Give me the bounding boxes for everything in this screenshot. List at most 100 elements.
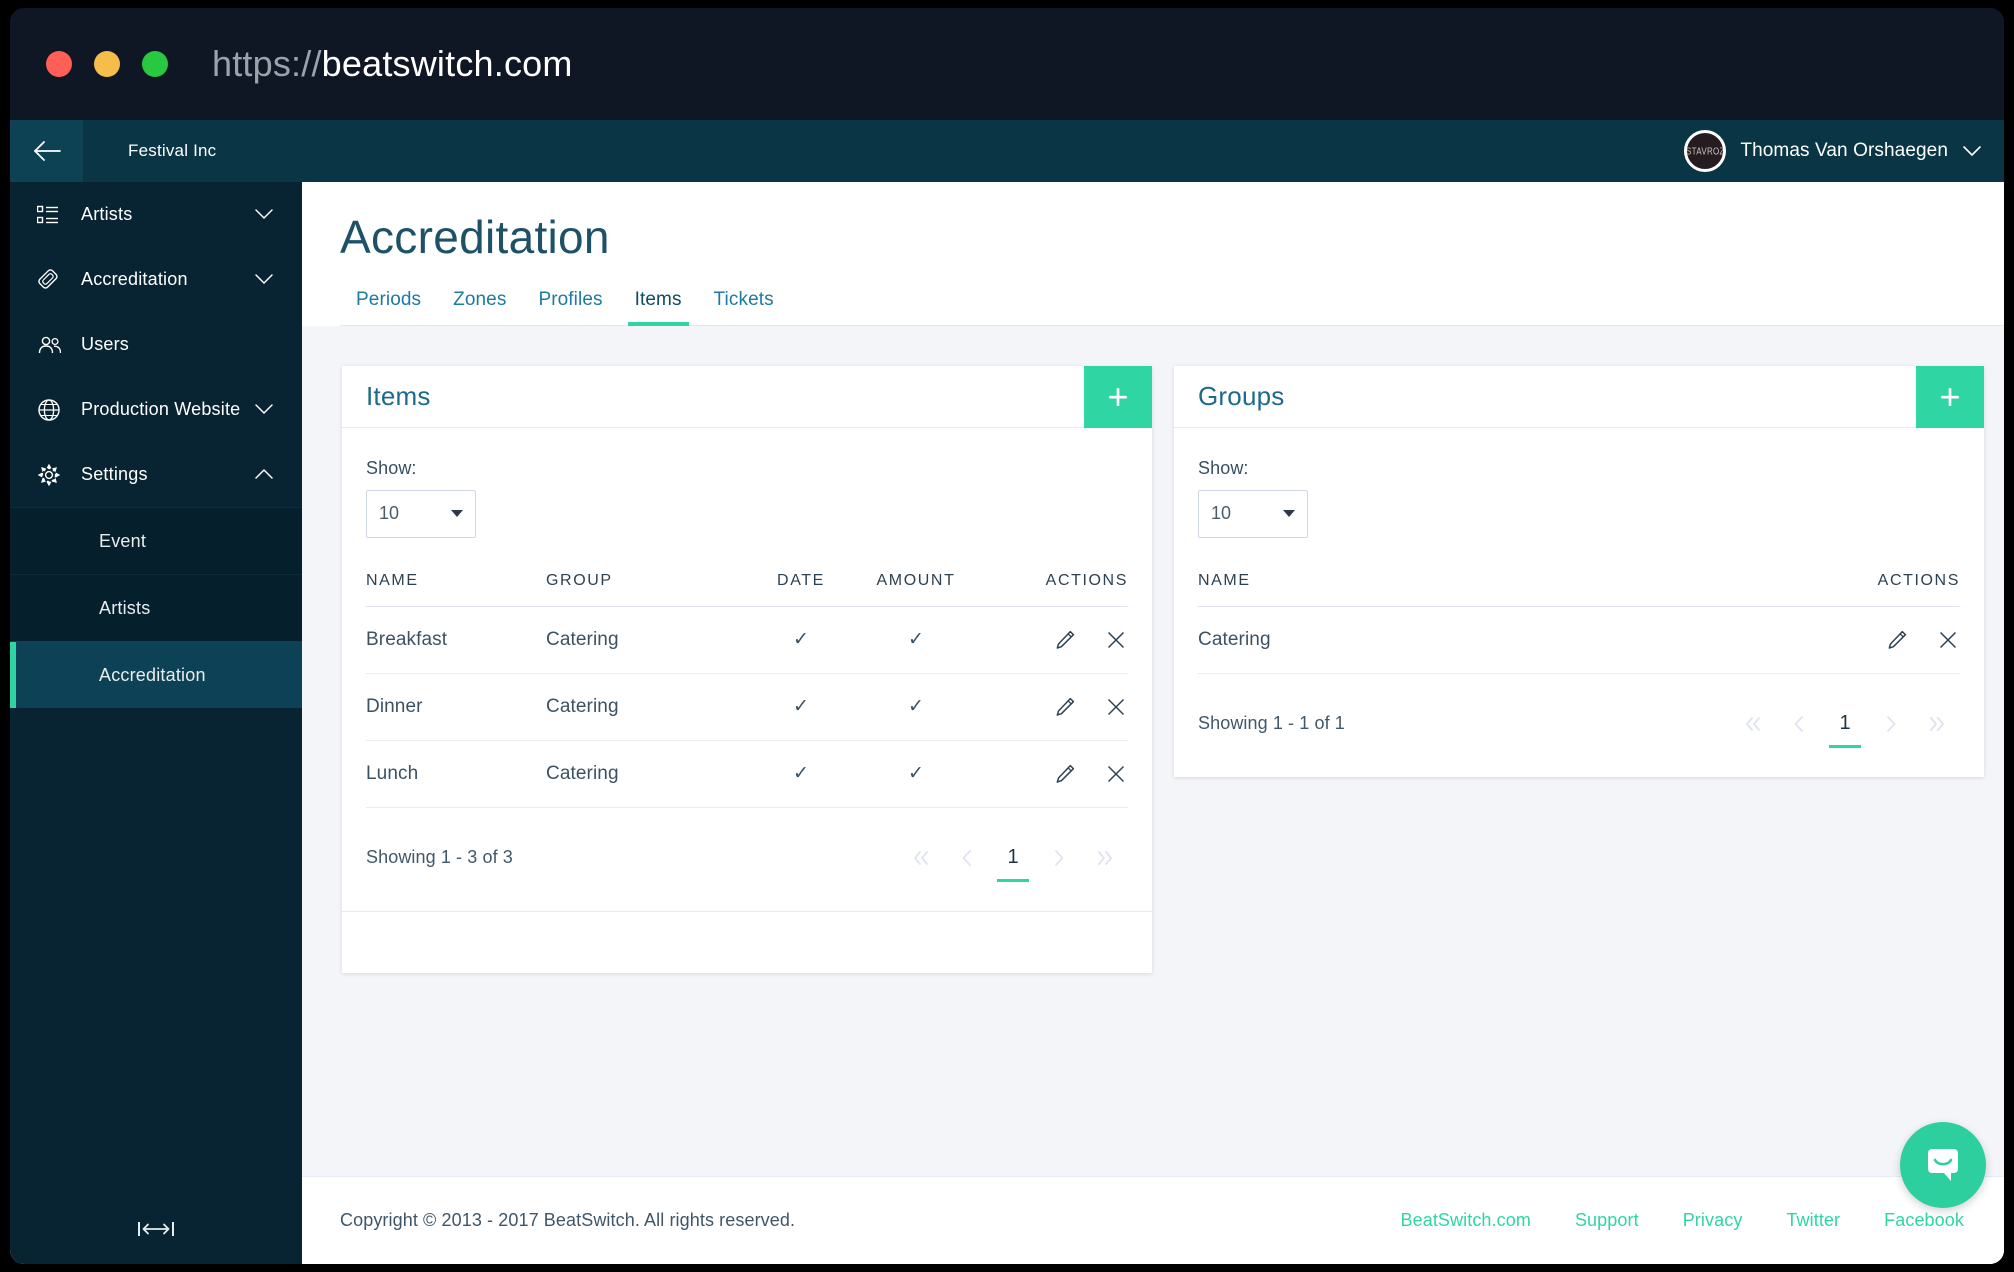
arrow-left-icon bbox=[33, 141, 61, 161]
edit-icon[interactable] bbox=[1885, 628, 1909, 652]
items-panel-body: Show: 10 NAME GROUP DATE AMOUNT ACTIONS … bbox=[342, 428, 1152, 911]
list-icon bbox=[37, 205, 71, 225]
groups-pagination-row: Showing 1 - 1 of 1 1 bbox=[1198, 674, 1960, 777]
sidebar-item-label: Artists bbox=[81, 204, 133, 224]
sidebar-item-users[interactable]: Users bbox=[10, 312, 302, 377]
items-page-size-select[interactable]: 10 bbox=[366, 489, 476, 538]
tab-tickets[interactable]: Tickets bbox=[698, 289, 790, 325]
back-button[interactable] bbox=[10, 120, 83, 182]
collapse-sidebar-button[interactable] bbox=[10, 1194, 302, 1264]
chevron-down-icon[interactable] bbox=[254, 273, 274, 286]
tab-items[interactable]: Items bbox=[619, 289, 698, 326]
tab-bar: Periods Zones Profiles Items Tickets bbox=[340, 289, 2004, 326]
items-pagination-row: Showing 1 - 3 of 3 1 bbox=[366, 808, 1128, 911]
sidebar-subitem-label: Accreditation bbox=[99, 664, 206, 685]
sidebar-subitem-artists[interactable]: Artists bbox=[10, 574, 302, 641]
footer-link-twitter[interactable]: Twitter bbox=[1786, 1210, 1840, 1231]
intercom-chat-icon bbox=[1928, 1149, 1958, 1181]
group-name-cell: Catering bbox=[1198, 606, 1524, 674]
sidebar-subitem-accreditation[interactable]: Accreditation bbox=[10, 641, 302, 708]
url-host: beatswitch.com bbox=[321, 43, 573, 84]
chevron-down-icon bbox=[1283, 510, 1295, 518]
items-page-size-value: 10 bbox=[379, 503, 400, 524]
groups-page-size-value: 10 bbox=[1211, 503, 1232, 524]
badge-icon bbox=[37, 268, 71, 292]
main-content: Accreditation Periods Zones Profiles Ite… bbox=[302, 182, 2004, 1264]
groups-table: NAME ACTIONS Catering bbox=[1198, 571, 1960, 674]
pagination-last-icon[interactable] bbox=[1914, 707, 1960, 741]
sidebar-subitem-label: Event bbox=[99, 530, 147, 551]
item-group-cell: Catering bbox=[546, 673, 746, 741]
intercom-chat-button[interactable] bbox=[1900, 1122, 1986, 1208]
close-icon[interactable] bbox=[1104, 762, 1128, 786]
footer-link-facebook[interactable]: Facebook bbox=[1884, 1210, 1964, 1231]
pagination-page-1[interactable]: 1 bbox=[1822, 707, 1868, 748]
items-show-label: Show: bbox=[366, 457, 417, 478]
chevron-down-icon[interactable] bbox=[254, 208, 274, 221]
footer-link-beatswitch[interactable]: BeatSwitch.com bbox=[1401, 1210, 1531, 1231]
user-menu[interactable]: STAVROZ Thomas Van Orshaegen bbox=[1684, 120, 1982, 182]
chevron-down-icon bbox=[451, 510, 463, 518]
items-table-body: Breakfast Catering ✓ ✓ Dinner Catering ✓… bbox=[366, 606, 1128, 808]
groups-table-body: Catering bbox=[1198, 606, 1960, 674]
close-window-button[interactable] bbox=[46, 51, 72, 77]
items-showing-text: Showing 1 - 3 of 3 bbox=[366, 847, 513, 868]
sidebar: Artists Accreditation Users Production W… bbox=[10, 182, 302, 1264]
chevron-up-icon[interactable] bbox=[254, 468, 274, 481]
plus-icon: + bbox=[1939, 375, 1961, 417]
sidebar-item-settings[interactable]: Settings bbox=[10, 442, 302, 507]
edit-icon[interactable] bbox=[1053, 762, 1077, 786]
sidebar-item-artists[interactable]: Artists bbox=[10, 182, 302, 247]
groups-pagination: 1 bbox=[1730, 707, 1960, 748]
footer-links: BeatSwitch.com Support Privacy Twitter F… bbox=[1401, 1210, 1965, 1231]
address-bar[interactable]: https://beatswitch.com bbox=[212, 43, 573, 85]
groups-page-size-select[interactable]: 10 bbox=[1198, 489, 1308, 538]
groups-panel-header: Groups + bbox=[1174, 365, 1984, 428]
item-amount-check: ✓ bbox=[856, 740, 976, 808]
groups-table-header-row: NAME ACTIONS bbox=[1198, 571, 1960, 607]
browser-titlebar: https://beatswitch.com bbox=[10, 8, 2004, 120]
maximize-window-button[interactable] bbox=[142, 51, 168, 77]
groups-col-actions: ACTIONS bbox=[1523, 571, 1960, 607]
table-row: Breakfast Catering ✓ ✓ bbox=[366, 606, 1128, 674]
sidebar-item-production-website[interactable]: Production Website bbox=[10, 377, 302, 442]
add-item-button[interactable]: + bbox=[1084, 365, 1152, 428]
tab-zones[interactable]: Zones bbox=[437, 289, 522, 325]
sidebar-subitem-event[interactable]: Event bbox=[10, 507, 302, 574]
edit-icon[interactable] bbox=[1053, 695, 1077, 719]
pagination-page-1[interactable]: 1 bbox=[990, 841, 1036, 882]
close-icon[interactable] bbox=[1104, 628, 1128, 652]
pagination-next-icon[interactable] bbox=[1868, 707, 1914, 741]
table-row: Dinner Catering ✓ ✓ bbox=[366, 673, 1128, 741]
table-row: Catering bbox=[1198, 606, 1960, 674]
groups-panel-body: Show: 10 NAME ACTIONS Catering Showing 1… bbox=[1174, 428, 1984, 777]
close-icon[interactable] bbox=[1104, 695, 1128, 719]
items-panel-footer bbox=[342, 910, 1152, 973]
footer-link-privacy[interactable]: Privacy bbox=[1683, 1210, 1743, 1231]
tab-profiles[interactable]: Profiles bbox=[522, 289, 618, 325]
pagination-first-icon[interactable] bbox=[1730, 707, 1776, 741]
item-group-cell: Catering bbox=[546, 606, 746, 674]
footer-link-support[interactable]: Support bbox=[1575, 1210, 1639, 1231]
pagination-last-icon[interactable] bbox=[1082, 841, 1128, 875]
close-icon[interactable] bbox=[1936, 628, 1960, 652]
pagination-prev-icon[interactable] bbox=[1776, 707, 1822, 741]
content-area: Items + Show: 10 NAME GROUP DATE AMOUNT … bbox=[302, 326, 2004, 1176]
group-actions-cell bbox=[1523, 606, 1960, 674]
item-name-cell: Breakfast bbox=[366, 606, 546, 674]
sidebar-item-label: Production Website bbox=[81, 399, 241, 419]
pagination-first-icon[interactable] bbox=[898, 841, 944, 875]
items-table-head: NAME GROUP DATE AMOUNT ACTIONS bbox=[366, 571, 1128, 607]
edit-icon[interactable] bbox=[1053, 628, 1077, 652]
window-traffic-lights bbox=[46, 51, 168, 77]
tab-periods[interactable]: Periods bbox=[340, 289, 437, 325]
add-group-button[interactable]: + bbox=[1916, 365, 1984, 428]
pagination-next-icon[interactable] bbox=[1036, 841, 1082, 875]
pagination-prev-icon[interactable] bbox=[944, 841, 990, 875]
plus-icon: + bbox=[1107, 375, 1129, 417]
avatar-logo-text: STAVROZ bbox=[1686, 145, 1725, 157]
minimize-window-button[interactable] bbox=[94, 51, 120, 77]
sidebar-item-accreditation[interactable]: Accreditation bbox=[10, 247, 302, 312]
sidebar-item-label: Settings bbox=[81, 464, 148, 484]
chevron-down-icon[interactable] bbox=[254, 403, 274, 416]
